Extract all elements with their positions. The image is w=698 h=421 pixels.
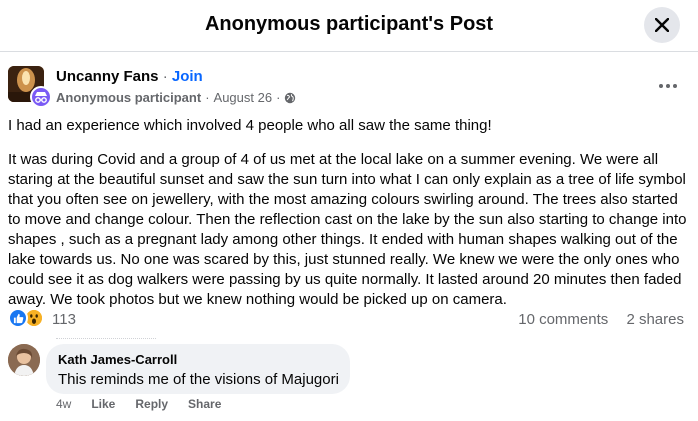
- comment-bubble: Kath James-Carroll This reminds me of th…: [46, 344, 350, 394]
- close-button[interactable]: [644, 7, 680, 43]
- like-icon: [8, 308, 28, 328]
- comment: Kath James-Carroll This reminds me of th…: [8, 344, 688, 420]
- comment-text: This reminds me of the visions of Majugo…: [58, 371, 339, 388]
- divider: [56, 338, 156, 339]
- shares-count-link[interactable]: 2 shares: [626, 311, 684, 328]
- post-paragraph: It was during Covid and a group of 4 of …: [8, 151, 687, 308]
- modal-title: Anonymous participant's Post: [204, 13, 494, 35]
- commenter-avatar-image: [8, 344, 40, 376]
- anonymous-badge-icon: [30, 86, 52, 108]
- avatar[interactable]: [8, 344, 40, 376]
- group-name-link[interactable]: Uncanny Fans: [56, 68, 159, 85]
- globe-icon: [285, 92, 296, 103]
- post-date[interactable]: August 26: [214, 90, 273, 105]
- join-link[interactable]: Join: [172, 68, 203, 85]
- post-meta: Anonymous participant · August 26 ·: [56, 90, 296, 105]
- reaction-icons[interactable]: [8, 308, 44, 328]
- separator: ·: [205, 90, 210, 105]
- comment-share-button[interactable]: Share: [188, 397, 221, 411]
- separator: ·: [276, 90, 281, 105]
- post-header: Uncanny Fans · Join Anonymous participan…: [8, 66, 690, 108]
- reaction-count[interactable]: 113: [52, 311, 76, 328]
- comment-reply-button[interactable]: Reply: [135, 397, 168, 411]
- group-line: Uncanny Fans · Join: [56, 68, 203, 85]
- separator: ·: [162, 68, 168, 85]
- close-icon: [655, 18, 669, 32]
- reactions-bar: 113 10 comments 2 shares: [8, 308, 688, 332]
- post-author: Anonymous participant: [56, 90, 202, 105]
- engagement-counts: 10 comments 2 shares: [504, 311, 684, 328]
- comments-count-link[interactable]: 10 comments: [518, 311, 608, 328]
- comment-time[interactable]: 4w: [56, 397, 71, 411]
- post-body: I had an experience which involved 4 peo…: [8, 116, 688, 324]
- modal-header: Anonymous participant's Post: [0, 0, 698, 52]
- post-paragraph: I had an experience which involved 4 peo…: [8, 117, 492, 134]
- commenter-name[interactable]: Kath James-Carroll: [58, 352, 338, 368]
- comment-like-button[interactable]: Like: [91, 397, 115, 411]
- more-options-button[interactable]: [654, 72, 682, 100]
- more-dots-icon: [659, 84, 677, 88]
- comment-actions: 4w Like Reply Share: [56, 397, 221, 411]
